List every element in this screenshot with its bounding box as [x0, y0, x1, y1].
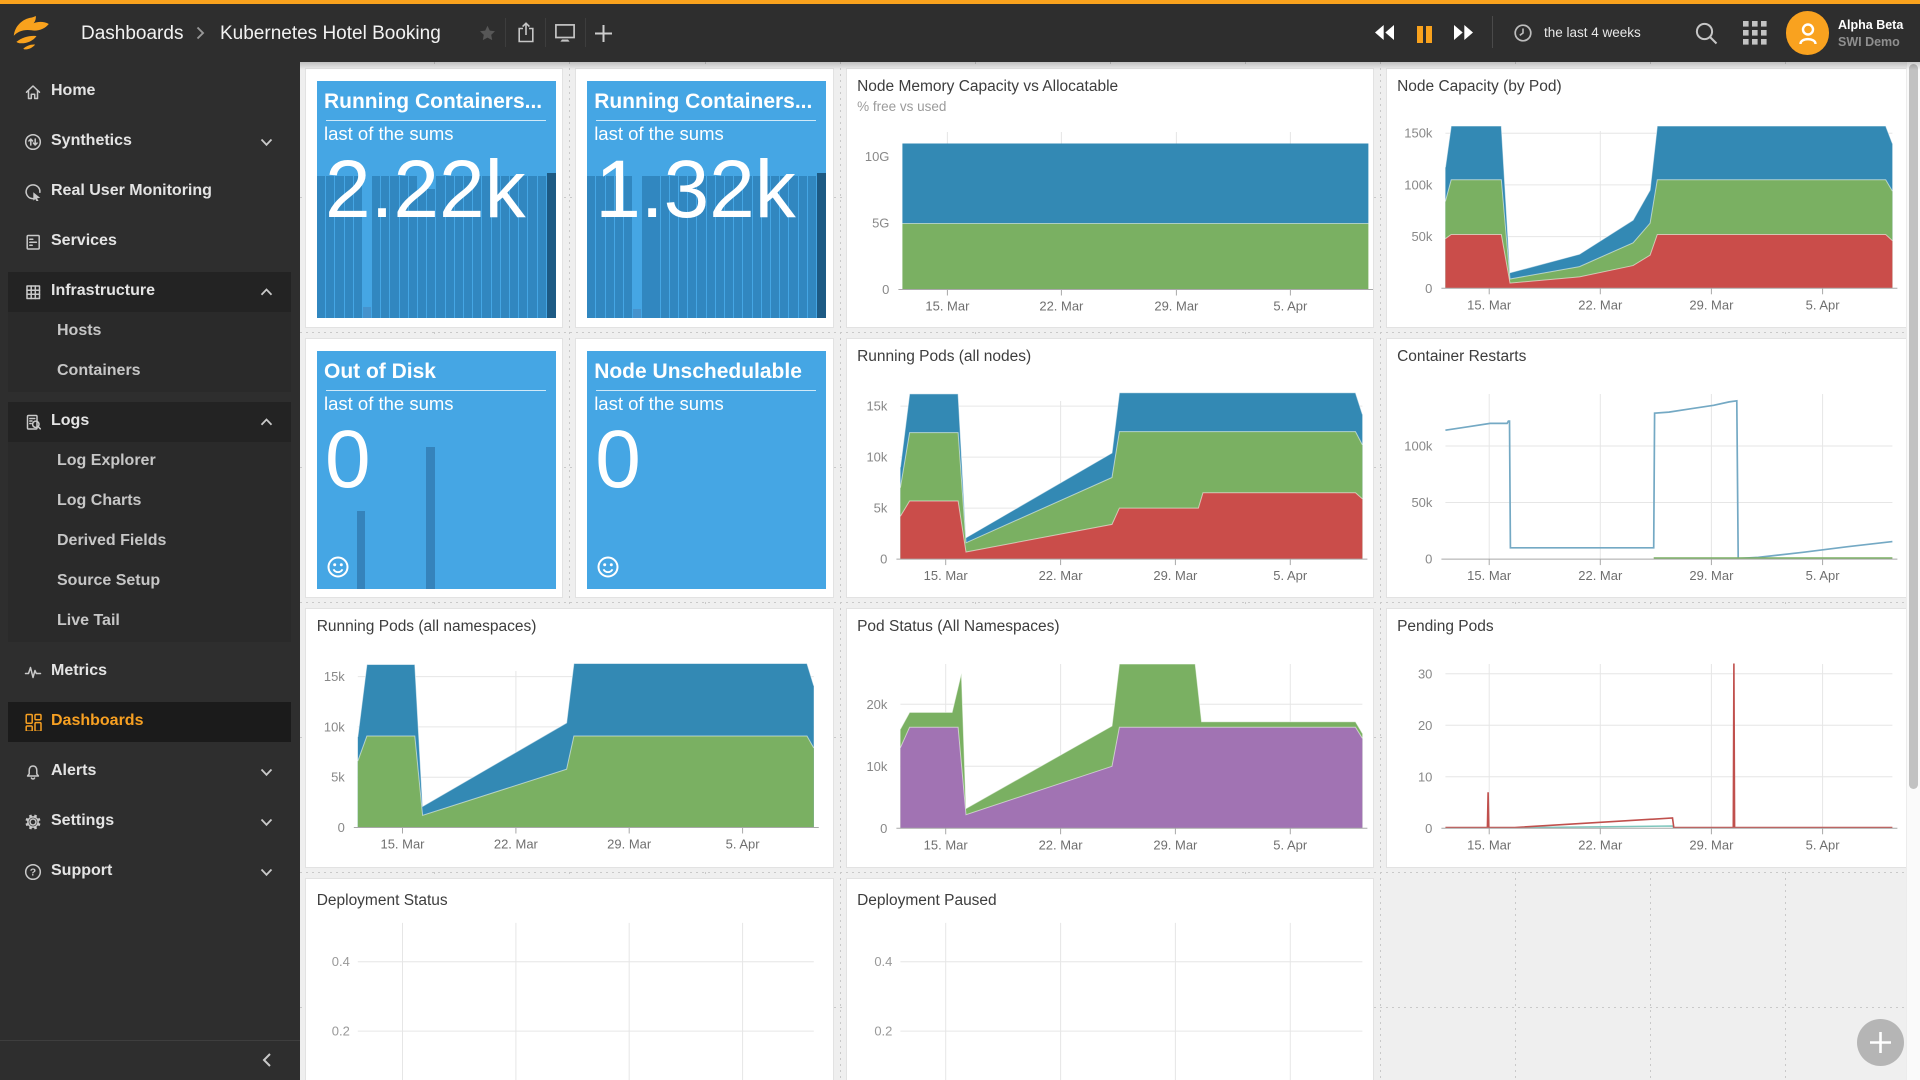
- svg-text:5k: 5k: [331, 770, 345, 785]
- svg-text:15. Mar: 15. Mar: [925, 298, 970, 313]
- svg-text:15. Mar: 15. Mar: [1467, 837, 1512, 852]
- svg-text:15. Mar: 15. Mar: [381, 836, 426, 851]
- svg-text:0: 0: [882, 281, 889, 296]
- svg-text:5. Apr: 5. Apr: [1805, 297, 1840, 312]
- svg-text:100k: 100k: [1404, 177, 1433, 192]
- svg-text:30: 30: [1418, 666, 1432, 681]
- svg-text:29. Mar: 29. Mar: [1689, 837, 1734, 852]
- svg-text:0.2: 0.2: [874, 1024, 892, 1039]
- svg-text:20: 20: [1418, 718, 1432, 733]
- svg-text:22. Mar: 22. Mar: [1578, 568, 1623, 583]
- svg-text:0: 0: [1425, 551, 1432, 566]
- svg-text:10k: 10k: [866, 449, 887, 464]
- svg-text:22. Mar: 22. Mar: [494, 836, 539, 851]
- svg-text:5. Apr: 5. Apr: [1273, 568, 1308, 583]
- svg-text:10k: 10k: [866, 759, 887, 774]
- svg-text:10k: 10k: [324, 719, 345, 734]
- svg-text:5G: 5G: [872, 215, 889, 230]
- svg-text:5k: 5k: [873, 500, 887, 515]
- svg-text:0: 0: [1425, 280, 1432, 295]
- svg-text:20k: 20k: [866, 697, 887, 712]
- svg-text:15. Mar: 15. Mar: [1467, 297, 1512, 312]
- svg-text:150k: 150k: [1404, 125, 1433, 140]
- svg-text:29. Mar: 29. Mar: [1153, 837, 1198, 852]
- svg-text:0: 0: [880, 551, 887, 566]
- svg-text:5. Apr: 5. Apr: [1273, 298, 1308, 313]
- svg-text:22. Mar: 22. Mar: [1039, 298, 1084, 313]
- svg-text:22. Mar: 22. Mar: [1038, 568, 1083, 583]
- svg-text:0.2: 0.2: [332, 1024, 350, 1039]
- svg-text:100k: 100k: [1404, 438, 1433, 453]
- svg-text:29. Mar: 29. Mar: [1689, 297, 1734, 312]
- svg-text:15. Mar: 15. Mar: [923, 568, 968, 583]
- svg-text:5. Apr: 5. Apr: [726, 836, 761, 851]
- svg-text:29. Mar: 29. Mar: [1689, 568, 1734, 583]
- svg-text:5. Apr: 5. Apr: [1805, 568, 1840, 583]
- svg-text:22. Mar: 22. Mar: [1578, 297, 1623, 312]
- svg-text:0: 0: [880, 821, 887, 836]
- svg-text:15. Mar: 15. Mar: [1467, 568, 1512, 583]
- svg-text:10G: 10G: [864, 148, 889, 163]
- svg-text:0.4: 0.4: [332, 954, 350, 969]
- svg-text:5. Apr: 5. Apr: [1805, 837, 1840, 852]
- svg-text:22. Mar: 22. Mar: [1578, 837, 1623, 852]
- svg-text:50k: 50k: [1411, 229, 1432, 244]
- svg-text:5. Apr: 5. Apr: [1273, 837, 1308, 852]
- svg-text:15k: 15k: [324, 669, 345, 684]
- svg-text:0.4: 0.4: [874, 954, 892, 969]
- svg-text:0: 0: [338, 820, 345, 835]
- svg-text:10: 10: [1418, 769, 1432, 784]
- svg-text:?: ?: [30, 867, 36, 879]
- svg-text:15k: 15k: [866, 398, 887, 413]
- svg-text:50k: 50k: [1411, 495, 1432, 510]
- svg-text:15. Mar: 15. Mar: [923, 837, 968, 852]
- svg-text:29. Mar: 29. Mar: [607, 836, 652, 851]
- svg-text:0: 0: [1425, 821, 1432, 836]
- svg-text:29. Mar: 29. Mar: [1154, 298, 1199, 313]
- svg-text:22. Mar: 22. Mar: [1038, 837, 1083, 852]
- svg-text:29. Mar: 29. Mar: [1153, 568, 1198, 583]
